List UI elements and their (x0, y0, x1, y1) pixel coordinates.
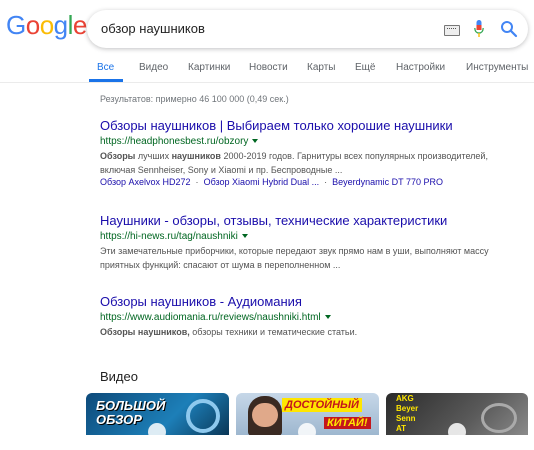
search-result: Обзоры наушников | Выбираем только хорош… (100, 118, 520, 187)
google-logo[interactable]: Google (6, 10, 87, 41)
search-tabs: Все Видео Картинки Новости Карты Ещё Нас… (0, 52, 534, 83)
logo-letter: g (53, 10, 68, 40)
result-snippet: Эти замечательные приборчики, которые пе… (100, 246, 489, 270)
play-icon (298, 423, 316, 435)
dropdown-arrow-icon[interactable] (324, 315, 331, 320)
overlay-line: AT (396, 424, 407, 433)
active-tab-indicator (89, 79, 123, 82)
result-url-text: https://headphonesbest.ru/obzory (100, 136, 249, 147)
video-thumbnail[interactable]: AKG Beyer Senn AT (386, 393, 528, 435)
overlay-line: Beyer (396, 404, 419, 413)
tab-tools[interactable]: Инструменты (466, 62, 528, 73)
dropdown-arrow-icon[interactable] (252, 139, 259, 144)
play-icon (148, 423, 166, 435)
face-image (252, 403, 278, 427)
tab-more[interactable]: Ещё (355, 62, 375, 73)
tab-images[interactable]: Картинки (188, 62, 230, 73)
result-url: https://hi-news.ru/tag/naushniki (100, 231, 520, 242)
result-url-text: https://www.audiomania.ru/reviews/naushn… (100, 312, 321, 323)
video-overlay-text: БОЛЬШОЙ ОБЗОР (96, 398, 166, 427)
result-url: https://headphonesbest.ru/obzory (100, 136, 520, 147)
result-url-text: https://hi-news.ru/tag/naushniki (100, 231, 238, 242)
logo-letter: G (6, 10, 26, 40)
result-title-link[interactable]: Обзоры наушников | Выбираем только хорош… (100, 118, 520, 133)
video-section-heading: Видео (100, 369, 138, 384)
search-input[interactable]: обзор наушников (101, 21, 205, 36)
result-sitelinks: Обзор Axelvox HD272 · Обзор Xiaomi Hybri… (100, 177, 444, 187)
result-snippet: Обзоры наушников, обзоры техники и темат… (100, 327, 358, 337)
search-result: Обзоры наушников - Аудиомания https://ww… (100, 294, 520, 339)
sitelink[interactable]: Обзор Xiaomi Hybrid Dual ... (204, 177, 320, 187)
tab-video[interactable]: Видео (139, 62, 168, 73)
result-url: https://www.audiomania.ru/reviews/naushn… (100, 312, 520, 323)
dropdown-arrow-icon[interactable] (241, 234, 248, 239)
result-title-link[interactable]: Наушники - обзоры, отзывы, технические х… (100, 213, 520, 228)
sitelink[interactable]: Обзор Axelvox HD272 (100, 177, 191, 187)
overlay-line: AKG (396, 394, 414, 403)
overlay-line: Senn (396, 414, 416, 423)
video-thumbnail[interactable]: БОЛЬШОЙ ОБЗОР (86, 393, 229, 435)
microphone-icon[interactable] (474, 20, 484, 38)
result-title-link[interactable]: Обзоры наушников - Аудиомания (100, 294, 520, 309)
search-icon[interactable] (500, 20, 518, 38)
results-stats: Результатов: примерно 46 100 000 (0,49 с… (100, 94, 289, 104)
headphones-image (186, 399, 220, 433)
tab-maps[interactable]: Карты (307, 62, 336, 73)
result-snippet: Обзоры лучших наушников 2000-2019 годов.… (100, 151, 488, 175)
tab-settings[interactable]: Настройки (396, 62, 445, 73)
search-result: Наушники - обзоры, отзывы, технические х… (100, 213, 520, 272)
play-icon (448, 423, 466, 435)
logo-letter: o (25, 10, 40, 40)
logo-letter: o (39, 10, 54, 40)
tab-news[interactable]: Новости (249, 62, 288, 73)
search-bar[interactable]: обзор наушников (87, 10, 528, 48)
tab-all[interactable]: Все (97, 62, 114, 73)
video-overlay-text: КИТАЙ! (324, 417, 371, 429)
logo-letter: e (72, 10, 87, 40)
headphones-image (481, 403, 517, 433)
video-overlay-text: AKG Beyer Senn AT (396, 394, 418, 434)
keyboard-icon[interactable] (444, 25, 460, 36)
video-thumbnail[interactable]: ДОСТОЙНЫЙ КИТАЙ! (236, 393, 379, 435)
sitelink[interactable]: Beyerdynamic DT 770 PRO (332, 177, 443, 187)
video-overlay-text: ДОСТОЙНЫЙ (282, 398, 362, 412)
